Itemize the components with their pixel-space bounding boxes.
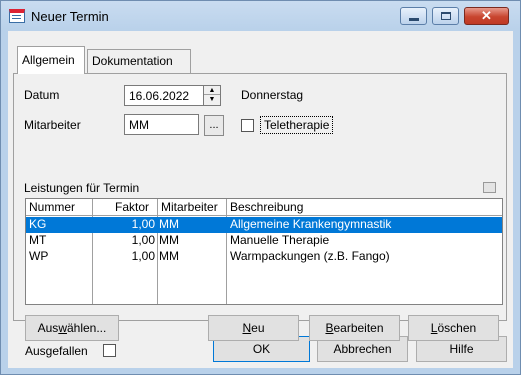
cell-nummer: MT	[29, 233, 47, 247]
title-bar[interactable]: Neuer Termin ✕	[1, 1, 520, 31]
teletherapie-label[interactable]: Teletherapie	[260, 116, 334, 134]
datum-field[interactable]	[124, 85, 204, 106]
button-label: ählen...	[66, 321, 107, 335]
button-mnemonic: N	[242, 321, 252, 335]
cell-faktor: 1,00	[131, 217, 155, 231]
bearbeiten-button[interactable]: Bearbeiten	[309, 315, 400, 341]
cell-mitarbeiter: MM	[159, 217, 179, 231]
cell-faktor: 1,00	[131, 233, 155, 247]
table-row[interactable]: WP 1,00 MM Warmpackungen (z.B. Fango)	[26, 249, 502, 265]
maximize-button[interactable]	[432, 7, 459, 25]
cell-mitarbeiter: MM	[159, 249, 179, 263]
button-label: eu	[251, 321, 265, 335]
browse-mitarbeiter-button[interactable]: ...	[204, 115, 224, 136]
column-header-beschreibung[interactable]: Beschreibung	[227, 199, 502, 216]
collapse-icon[interactable]	[483, 182, 496, 193]
mitarbeiter-label: Mitarbeiter	[24, 118, 81, 132]
ausgefallen-label: Ausgefallen	[25, 344, 88, 358]
dialog-client-area: Allgemein Dokumentation Datum ▲ ▼ Donner…	[8, 31, 513, 368]
column-header-mitarbeiter[interactable]: Mitarbeiter	[158, 199, 227, 216]
teletherapie-checkbox[interactable]	[241, 119, 254, 132]
dialog-window: Neuer Termin ✕ Allgemein Dokumentation D…	[0, 0, 521, 375]
cell-nummer: KG	[29, 217, 47, 231]
minimize-button[interactable]	[400, 7, 427, 25]
close-button[interactable]: ✕	[464, 7, 509, 25]
datum-label: Datum	[24, 88, 60, 102]
cell-nummer: WP	[29, 249, 49, 263]
auswaehlen-button[interactable]: Auswählen...	[25, 315, 119, 341]
datum-spinner[interactable]: ▲ ▼	[204, 85, 221, 106]
cell-faktor: 1,00	[131, 249, 155, 263]
table-header: Nummer Faktor Mitarbeiter Beschreibung	[26, 199, 502, 216]
cell-beschreibung: Manuelle Therapie	[230, 233, 330, 247]
window-title: Neuer Termin	[31, 9, 109, 24]
cell-beschreibung: Allgemeine Krankengymnastik	[230, 217, 392, 231]
tab-allgemein[interactable]: Allgemein	[17, 46, 85, 74]
column-header-faktor[interactable]: Faktor	[93, 199, 158, 216]
table-row[interactable]: KG 1,00 MM Allgemeine Krankengymnastik	[26, 217, 502, 233]
button-label: öschen	[437, 321, 477, 335]
leistungen-section-label: Leistungen für Termin	[24, 181, 140, 195]
neu-button[interactable]: Neu	[208, 315, 299, 341]
weekday-text: Donnerstag	[241, 88, 304, 102]
maximize-icon	[441, 12, 451, 20]
minimize-icon	[409, 18, 419, 21]
calendar-icon	[9, 9, 25, 23]
button-label: Aus	[37, 321, 59, 335]
ausgefallen-checkbox[interactable]	[103, 344, 116, 357]
column-header-nummer[interactable]: Nummer	[26, 199, 93, 216]
button-mnemonic: w	[58, 321, 67, 335]
cell-beschreibung: Warmpackungen (z.B. Fango)	[230, 249, 390, 263]
spin-down-icon[interactable]: ▼	[204, 95, 220, 104]
mitarbeiter-field[interactable]	[124, 114, 199, 135]
loeschen-button[interactable]: Löschen	[408, 315, 499, 341]
spin-up-icon[interactable]: ▲	[204, 86, 220, 95]
close-icon: ✕	[481, 8, 492, 23]
table-row[interactable]: MT 1,00 MM Manuelle Therapie	[26, 233, 502, 249]
tab-dokumentation[interactable]: Dokumentation	[87, 49, 191, 73]
leistungen-table[interactable]: Nummer Faktor Mitarbeiter Beschreibung K…	[25, 198, 503, 305]
button-label: earbeiten	[333, 321, 384, 335]
tab-panel-allgemein: Datum ▲ ▼ Donnerstag Mitarbeiter ... Tel…	[13, 73, 507, 341]
cell-mitarbeiter: MM	[159, 233, 179, 247]
